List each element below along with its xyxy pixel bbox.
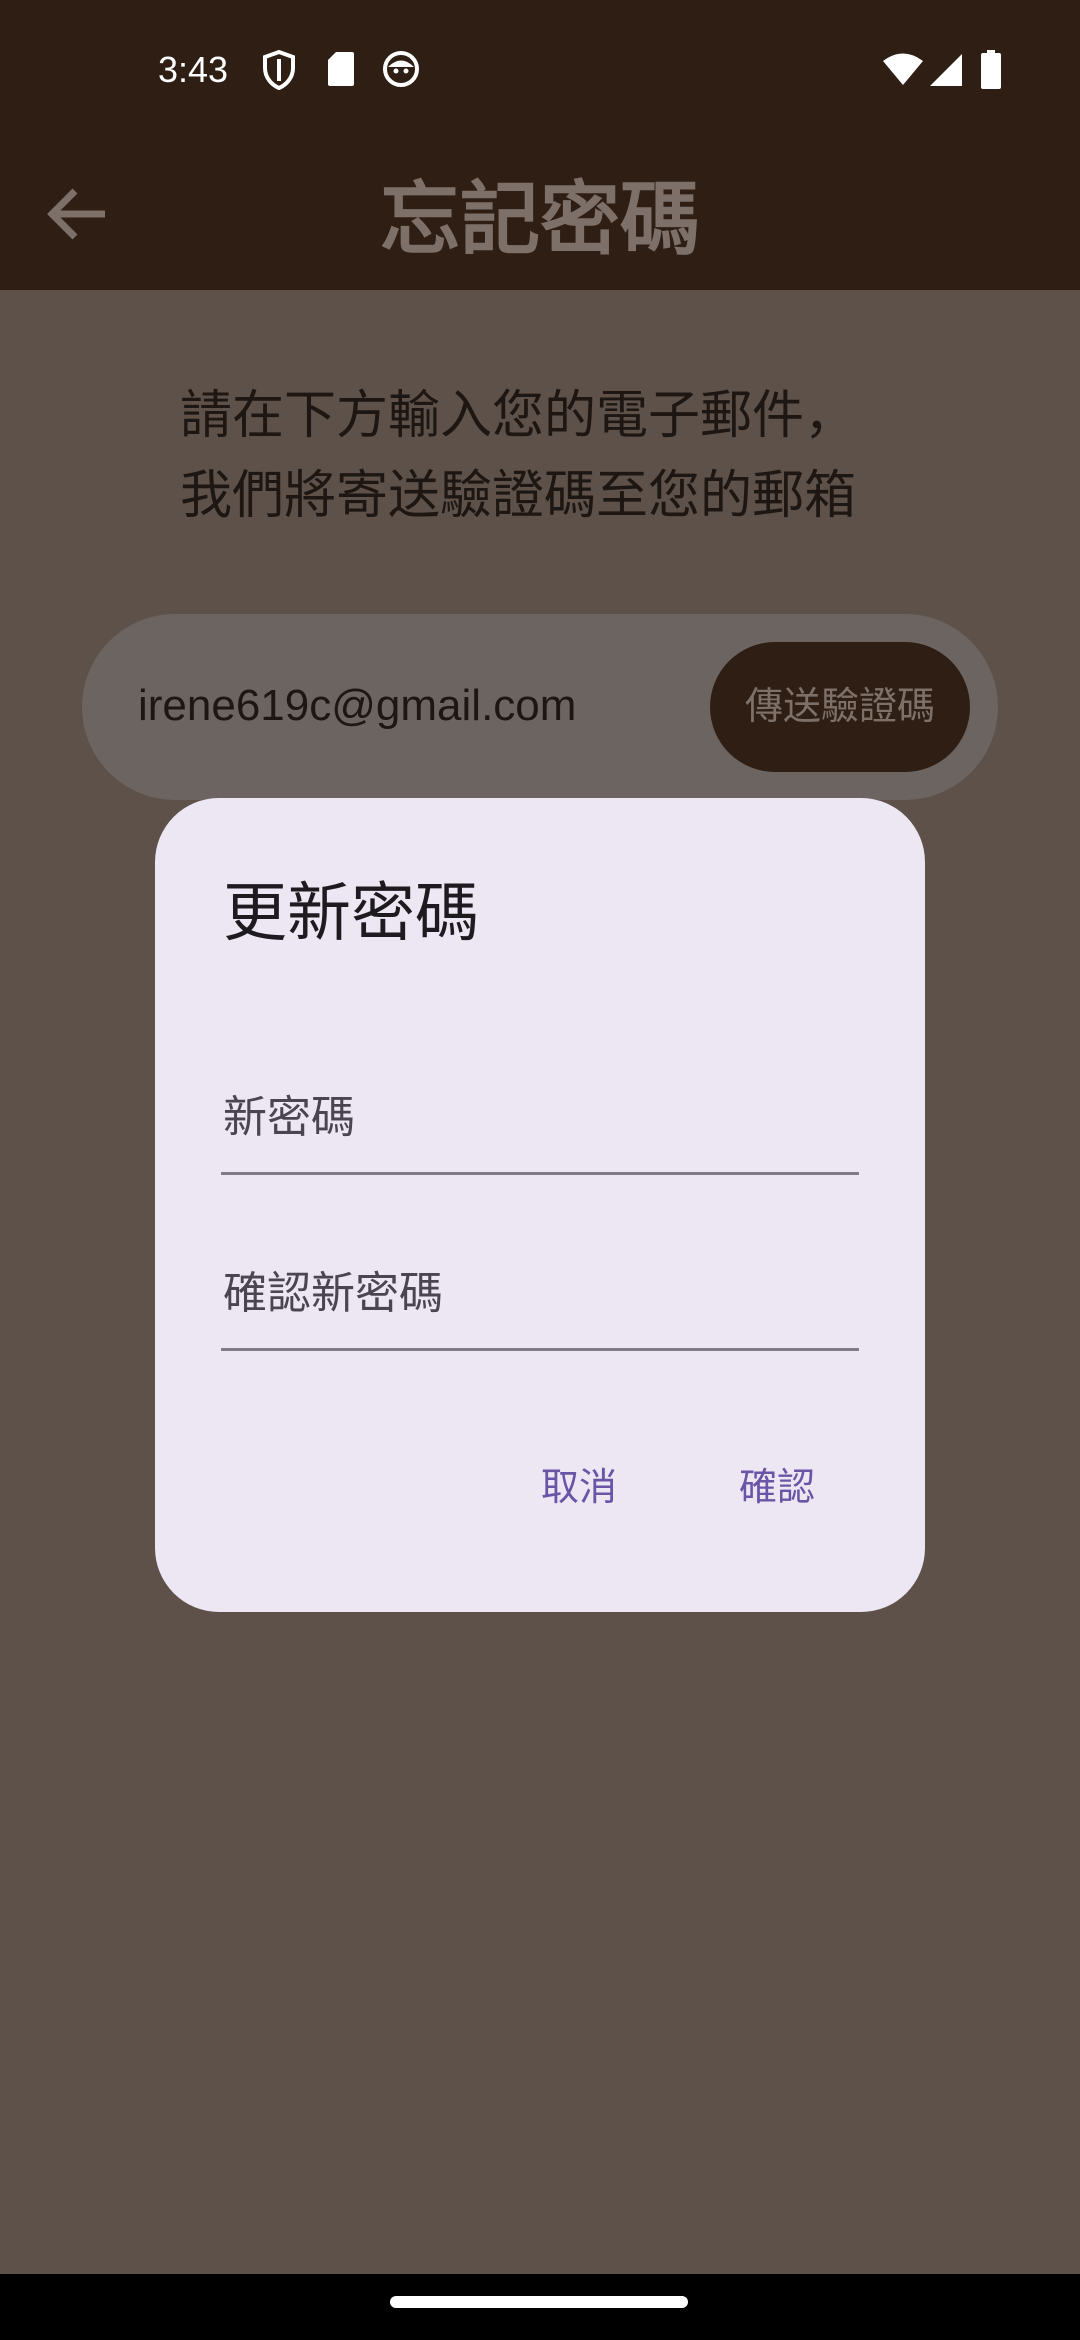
- confirm-password-label: 確認新密碼: [223, 1268, 443, 1319]
- app-bar: 忘記密碼: [0, 140, 1080, 290]
- dialog-title: 更新密碼: [223, 877, 479, 951]
- signal-icon: [928, 52, 964, 92]
- sd-card-icon: [326, 50, 356, 92]
- status-bar: 3:43: [0, 0, 1080, 140]
- wifi-icon: [882, 52, 924, 90]
- email-field[interactable]: irene619c@gmail.com 傳送驗證碼: [82, 614, 998, 800]
- navigation-bar: [0, 2274, 1080, 2340]
- battery-icon: [980, 50, 1002, 94]
- home-gesture-handle[interactable]: [390, 2296, 688, 2308]
- new-password-field[interactable]: 新密碼: [221, 1042, 859, 1175]
- instruction-line-1: 請在下方輸入您的電子郵件，: [180, 386, 857, 446]
- instruction-text: 請在下方輸入您的電子郵件， 我們將寄送驗證碼至您的郵箱: [180, 376, 940, 536]
- instruction-line-2: 我們將寄送驗證碼至您的郵箱: [180, 466, 857, 526]
- status-time: 3:43: [158, 49, 229, 90]
- update-password-dialog: 更新密碼 新密碼 確認新密碼 取消 確認: [155, 798, 925, 1612]
- confirm-button[interactable]: 確認: [727, 1448, 827, 1528]
- shield-icon: [262, 49, 296, 94]
- cancel-button[interactable]: 取消: [529, 1448, 629, 1528]
- send-code-button[interactable]: 傳送驗證碼: [710, 642, 970, 772]
- face-icon: [382, 50, 420, 92]
- page-title: 忘記密碼: [380, 173, 700, 266]
- confirm-password-field[interactable]: 確認新密碼: [221, 1218, 859, 1351]
- new-password-label: 新密碼: [223, 1092, 355, 1143]
- email-value[interactable]: irene619c@gmail.com: [138, 676, 576, 736]
